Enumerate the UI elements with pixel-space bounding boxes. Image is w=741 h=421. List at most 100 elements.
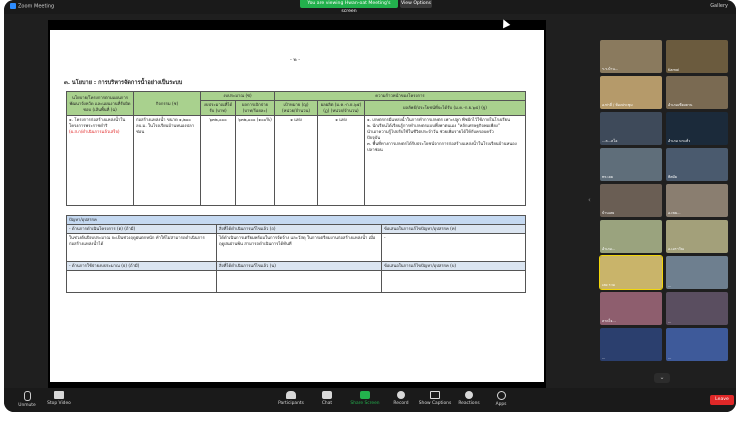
chat-icon — [322, 391, 332, 399]
collapse-gallery-icon[interactable]: ‹ — [588, 196, 594, 212]
share-screen-label: Share Screen — [350, 401, 380, 406]
page-number: - ๒ - — [290, 57, 301, 63]
chat-button[interactable]: Chat — [310, 391, 344, 411]
apps-icon — [496, 391, 506, 400]
screen: Zoom Meeting You are viewing Hwan-oat Me… — [0, 0, 741, 421]
participant-name: ...ล...ลโอ — [602, 139, 618, 143]
leave-button[interactable]: Leave — [710, 395, 734, 405]
participant-name: อ.ท่าลี่ / ห้องประชุม — [602, 103, 633, 107]
participant-tile[interactable]: อำเภอ นาแห้ว — [666, 112, 728, 145]
col-budget-spent: ผลการเบิกจ่าย (บาท/ร้อยละ) — [235, 100, 275, 116]
cell-policy: ๑. โครงการก่อสร้างแหล่งน้ำในโครงการพระรา… — [66, 115, 134, 206]
zoom-icon — [10, 3, 16, 9]
participant-name: บ้านเลย — [602, 211, 615, 215]
participant-tile[interactable]: ... — [600, 328, 662, 361]
unmute-label: Unmute — [18, 403, 36, 408]
record-icon — [397, 391, 405, 399]
participant-name: ... — [668, 356, 672, 360]
budget-col1-header: - ด้านการใช้จ่ายงบประมาณ (ธ) (ถ้ามี) — [66, 261, 217, 271]
app-title-text: Zoom Meeting — [18, 3, 55, 10]
participant-name: Kamol — [668, 68, 680, 72]
col-budget: งบประมาณ (ซ) — [200, 91, 275, 101]
participant-tile[interactable]: ร.ร.บ้าน... — [600, 40, 662, 73]
cell-result: ๑. เกษตรกรมีแหล่งน้ำในการทำการเกษตร เพาะ… — [364, 115, 526, 206]
participant-name: เลย รวม — [602, 283, 615, 287]
stop-video-label: Stop Video — [47, 401, 71, 406]
participant-name: อ.เขย... — [668, 211, 681, 215]
participant-tile[interactable]: อำเภอเชียงคาน — [666, 76, 728, 109]
title-bar: Zoom Meeting You are viewing Hwan-oat Me… — [4, 0, 736, 14]
microphone-muted-icon — [23, 391, 31, 401]
col-result: ผลลัพธ์/ประโยชน์ที่จะได้รับ (ม.ค.-ก.ย.๖๕… — [364, 100, 526, 116]
problems-col2-header: สิ่งที่ได้ดำเนินการแก้ไขแล้ว (ถ) — [216, 224, 382, 234]
participant-tile[interactable]: อ.เอราวัณ — [666, 220, 728, 253]
problems-col3-text: - — [381, 233, 526, 262]
share-screen-icon — [360, 391, 370, 399]
participant-name: ลาดใจ... — [602, 319, 616, 323]
app-title: Zoom Meeting — [10, 3, 54, 10]
col-activity: กิจกรรม (ช) — [133, 91, 201, 116]
record-button[interactable]: Record — [384, 391, 418, 411]
record-label: Record — [393, 401, 409, 406]
problems-col3-header: ข้อเสนอในการแก้ไขปัญหา/อุปสรรค (ท) — [381, 224, 526, 234]
cell-budget-spent: ๖๓๒,๐๐๐ (๑๐๐%) — [235, 115, 275, 206]
participant-tile[interactable]: บ้านเลย — [600, 184, 662, 217]
participant-tile[interactable]: อ.เขย... — [666, 184, 728, 217]
show-captions-label: Show Captions — [418, 401, 452, 406]
chevron-down-icon[interactable]: ⌄ — [654, 373, 670, 383]
show-captions-button[interactable]: Show Captions — [418, 391, 452, 411]
apps-label: Apps — [495, 402, 507, 407]
col-output: ผลผลิต (ม.ค.-ก.ย.๖๕) (ฏ) (หน่วย/จำนวน) — [317, 100, 365, 116]
participant-tile[interactable]: ...ล...ลโอ — [600, 112, 662, 145]
participants-label: Participants — [278, 401, 304, 406]
col-progress: ความก้าวหน้าของโครงการ — [274, 91, 526, 101]
participant-tile[interactable]: พิสมัย — [666, 148, 728, 181]
result-line: ๓. พื้นที่ทางการเกษตรได้รับประโยชน์จากกา… — [367, 141, 517, 152]
participant-name: ... — [602, 356, 606, 360]
problems-table: ปัญหา/อุปสรรค - ด้านการดำเนินโครงการ (ต)… — [66, 215, 526, 293]
participant-tile[interactable]: Kamol — [666, 40, 728, 73]
section-title: ๓. นโยบาย : การบริหารจัดการน้ำอย่างเป็นร… — [64, 80, 183, 86]
unmute-button[interactable]: Unmute — [10, 391, 44, 411]
participant-tile[interactable]: อำเภอ... — [600, 220, 662, 253]
participant-tile[interactable]: ทร.เลย — [600, 148, 662, 181]
reactions-button[interactable]: Reactions — [452, 391, 486, 411]
cell-activity: ก่อสร้างแหล่งน้ำ ขนาด ๑,๒๐๐ ลบ.ม. ในโรงเ… — [133, 115, 201, 206]
participant-tile[interactable]: ... — [666, 292, 728, 325]
cell-output: ๑ แห่ง — [317, 115, 365, 206]
policy-note: (ผ.ส.ก/ดำเนินการแล้วเสร็จ) — [69, 129, 120, 134]
view-options-button[interactable]: View Options — [400, 0, 432, 8]
share-screen-button[interactable]: Share Screen — [348, 391, 382, 411]
shared-document: - ๒ - ๓. นโยบาย : การบริหารจัดการน้ำอย่า… — [50, 30, 544, 382]
participant-name: ... — [668, 284, 672, 288]
participant-tile[interactable]: ... — [666, 256, 728, 289]
reactions-label: Reactions — [458, 401, 480, 406]
viewing-share-banner: You are viewing Hwan-oat Meeting's scree… — [300, 0, 398, 14]
participant-name: พิสมัย — [668, 175, 678, 179]
video-camera-icon — [54, 391, 64, 399]
participant-name: อำเภอ... — [602, 247, 616, 251]
budget-cell — [381, 270, 526, 293]
participant-tile[interactable]: ลาดใจ... — [600, 292, 662, 325]
stop-video-button[interactable]: Stop Video — [42, 391, 76, 411]
participant-name: อ.เอราวัณ — [668, 247, 684, 251]
reactions-icon — [465, 391, 473, 399]
zoom-window: Zoom Meeting You are viewing Hwan-oat Me… — [4, 0, 736, 412]
participant-name: อำเภอเชียงคาน — [668, 103, 693, 107]
problems-col1-text: ในช่วงต้นปีงบประมาณ จะเป็นช่วงฤดูฝนตกหนั… — [66, 233, 217, 262]
participants-button[interactable]: Participants — [274, 391, 308, 411]
col-budget-received: งบประมาณที่ได้รับ (บาท) — [200, 100, 236, 116]
col-target: เป้าหมาย (ญ) (หน่วย/จำนวน) — [274, 100, 318, 116]
problems-title: ปัญหา/อุปสรรค — [66, 215, 526, 225]
participant-tile[interactable]: อ.ท่าลี่ / ห้องประชุม — [600, 76, 662, 109]
participant-gallery: ร.ร.บ้าน... Kamol อ.ท่าลี่ / ห้องประชุม อำเ… — [599, 40, 732, 370]
cell-budget-received: ๖๓๒,๐๐๐ — [200, 115, 236, 206]
policy-text: ๑. โครงการก่อสร้างแหล่งน้ำในโครงการพระรา… — [69, 117, 126, 128]
cell-target: ๑ แห่ง — [274, 115, 318, 206]
apps-button[interactable]: Apps — [484, 391, 518, 411]
participant-name: ... — [668, 320, 672, 324]
participant-tile[interactable]: ... — [666, 328, 728, 361]
participant-tile[interactable]: เลย รวม — [599, 255, 663, 290]
view-mode[interactable]: Gallery — [710, 3, 728, 9]
participant-name: ทร.เลย — [602, 175, 613, 179]
